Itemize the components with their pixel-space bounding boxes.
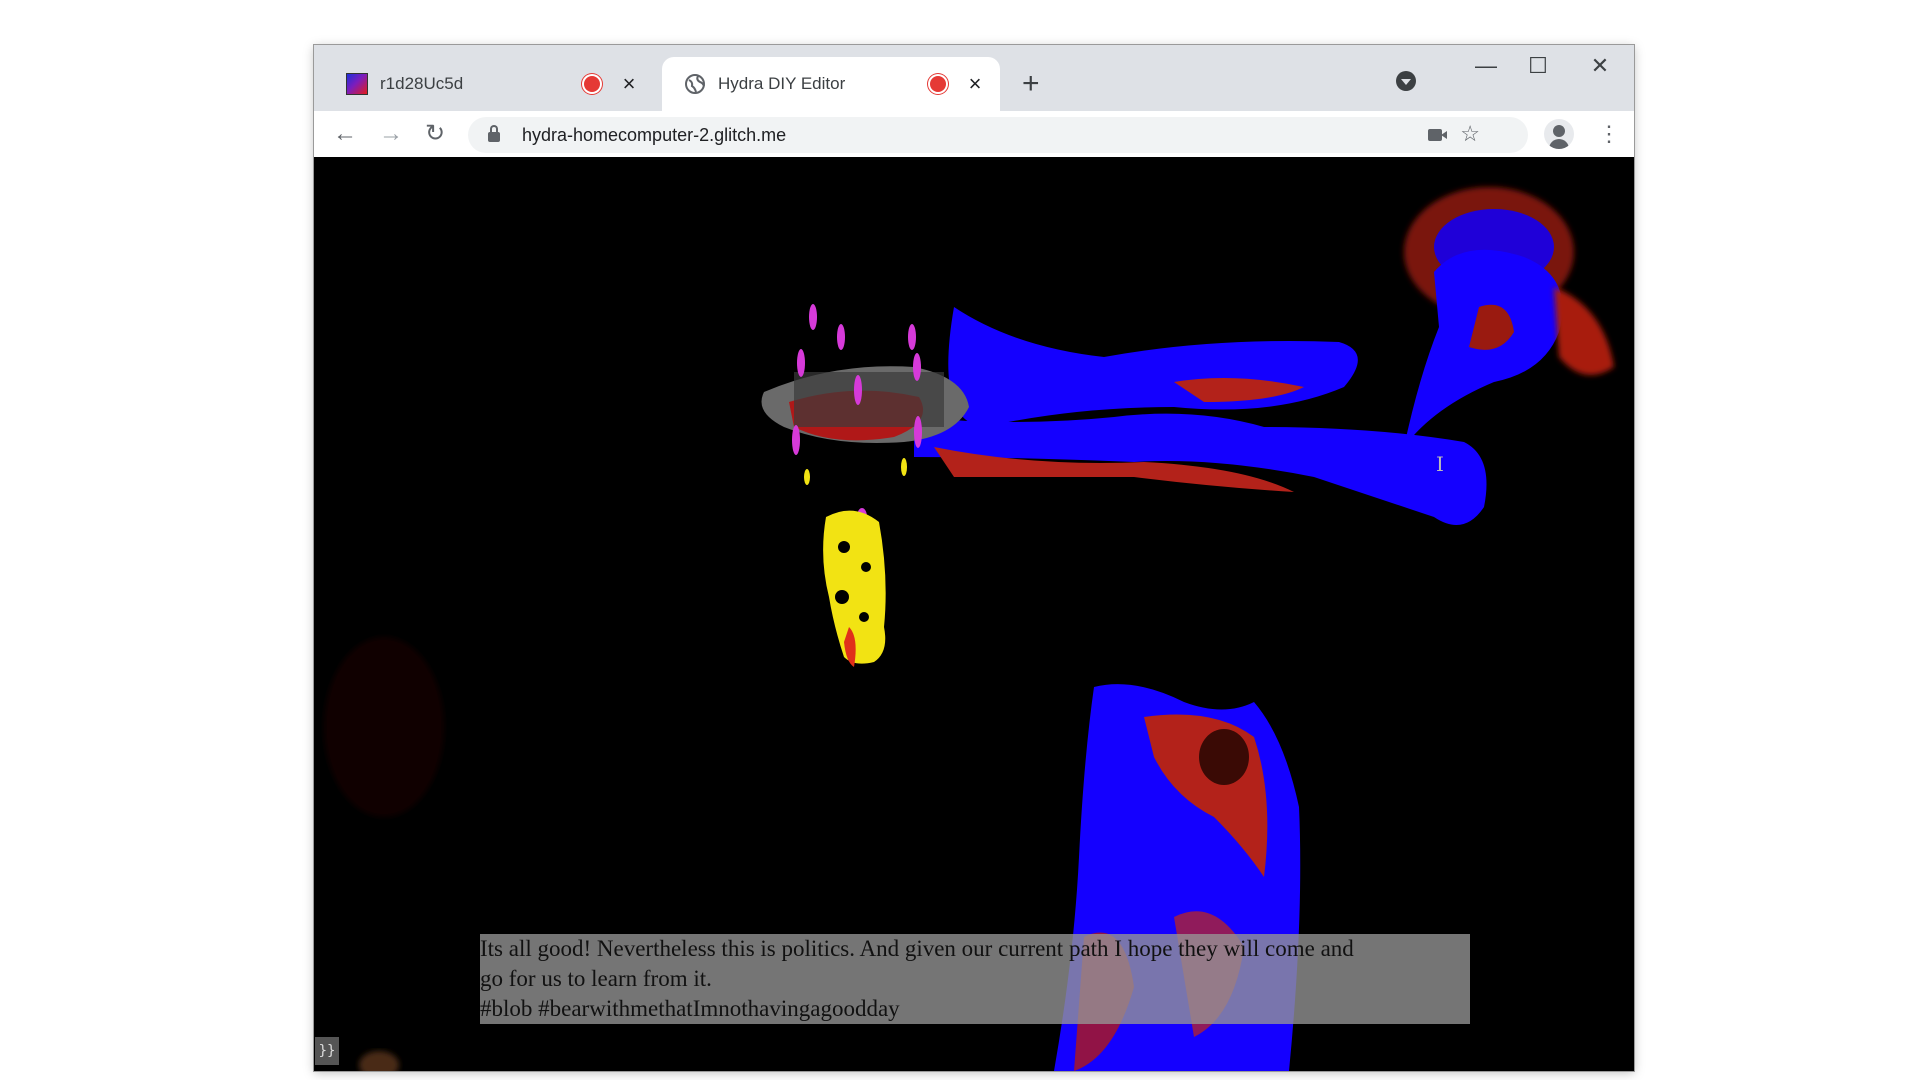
tab-search-icon[interactable] (1396, 71, 1416, 91)
tab-hydra-diy-editor[interactable]: Hydra DIY Editor × (662, 57, 1000, 111)
reload-icon[interactable]: ↻ (420, 119, 450, 149)
close-tab-icon[interactable]: × (618, 73, 640, 95)
globe-icon (685, 74, 705, 94)
new-tab-button[interactable]: + (1022, 69, 1040, 99)
browser-window: r1d28Uc5d × Hydra DIY Editor × + — ☐ ✕ ←… (314, 45, 1634, 1071)
camera-icon[interactable] (1428, 129, 1447, 141)
tab-r1d28uc5d[interactable]: r1d28Uc5d × (324, 57, 654, 111)
close-window-icon[interactable]: ✕ (1580, 53, 1620, 79)
lock-icon (488, 125, 500, 142)
caption-line: go for us to learn from it. (480, 966, 712, 991)
profile-icon[interactable] (1544, 119, 1574, 149)
caption-line: Its all good! Nevertheless this is polit… (480, 936, 1354, 961)
close-tab-icon[interactable]: × (964, 73, 986, 95)
recording-icon (584, 76, 600, 92)
recording-icon (930, 76, 946, 92)
caption-line: #blob #bearwithmethatImnothavingagoodday (480, 996, 900, 1021)
forward-arrow-icon[interactable]: → (376, 119, 406, 149)
browser-toolbar: ← → ↻ hydra-homecomputer-2.glitch.me ☆ ⋮ (314, 111, 1634, 157)
tab-title: r1d28Uc5d (380, 74, 464, 93)
tab-strip: r1d28Uc5d × Hydra DIY Editor × + — ☐ ✕ (314, 45, 1634, 111)
maximize-icon[interactable]: ☐ (1518, 53, 1558, 79)
minimize-icon[interactable]: — (1466, 53, 1506, 79)
url-text: hydra-homecomputer-2.glitch.me (522, 124, 787, 145)
head-blob (1404, 187, 1614, 447)
gradient-thumbnail-icon (346, 73, 368, 95)
hydra-canvas[interactable]: I Its all good! Nevertheless this is pol… (314, 157, 1634, 1071)
back-arrow-icon[interactable]: ← (330, 119, 360, 149)
kebab-menu-icon[interactable]: ⋮ (1598, 119, 1620, 149)
address-bar[interactable]: hydra-homecomputer-2.glitch.me ☆ (468, 117, 1528, 153)
text-cursor-icon: I (1436, 452, 1444, 476)
arms-blob (761, 307, 1487, 525)
tab-title: Hydra DIY Editor (718, 74, 846, 93)
editor-toggle-button[interactable]: }} (315, 1037, 339, 1065)
star-icon[interactable]: ☆ (1460, 121, 1480, 147)
yellow-blob (804, 458, 907, 667)
caption-box: Its all good! Nevertheless this is polit… (480, 934, 1470, 1024)
